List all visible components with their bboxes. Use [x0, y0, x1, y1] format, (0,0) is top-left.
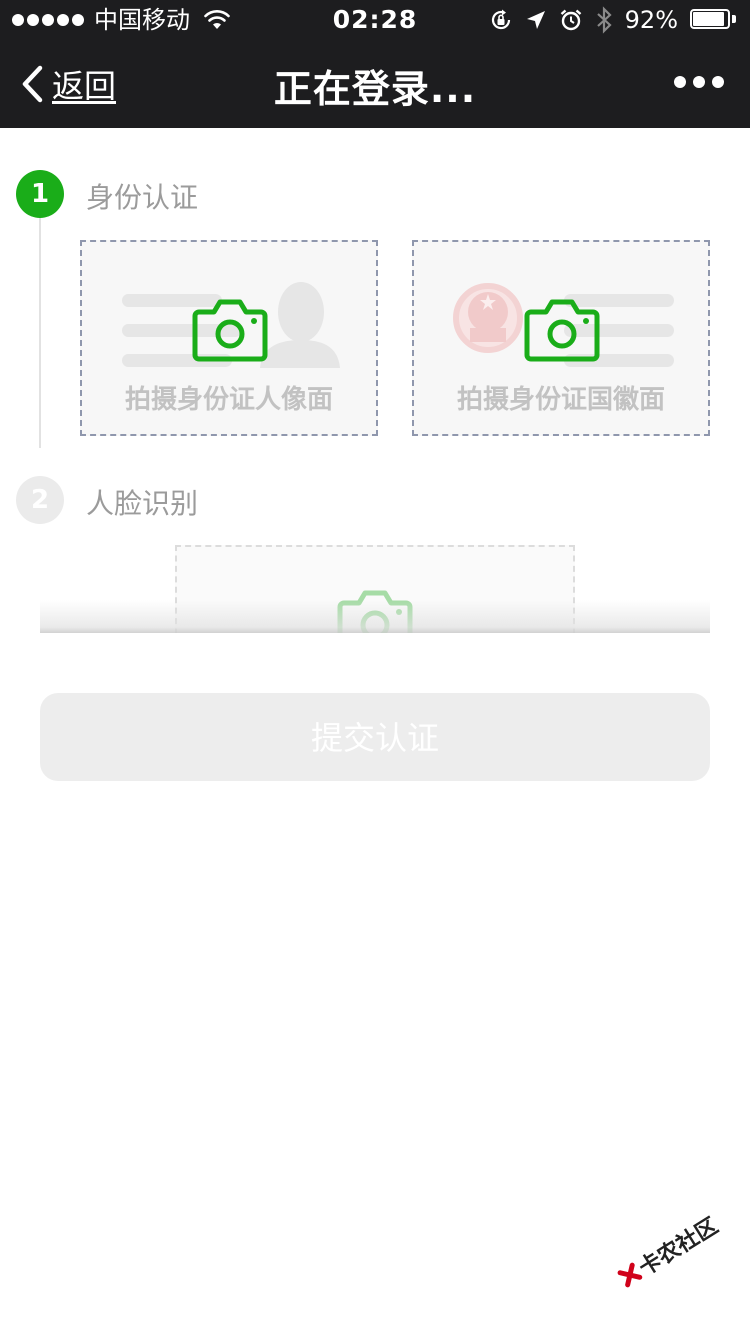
watermark-text: 卡农社区	[634, 1213, 723, 1282]
alarm-icon	[560, 9, 581, 31]
submit-verification-button[interactable]: 提交认证	[40, 693, 710, 781]
step-2-badge: 2	[16, 476, 64, 524]
scroll-fade-shadow	[40, 600, 710, 634]
step-1-label: 身份认证	[86, 181, 199, 214]
bluetooth-icon	[596, 6, 612, 34]
more-dots-icon[interactable]	[674, 76, 724, 88]
camera-icon	[524, 299, 600, 362]
id-back-caption: 拍摄身份证国徽面	[456, 385, 665, 415]
camera-icon	[192, 299, 268, 362]
battery-icon	[690, 9, 736, 31]
top-bar: 中国移动 02:28 92% 返回 正在登录...	[0, 0, 750, 128]
status-right: 92%	[489, 0, 736, 40]
step-connector-line	[39, 218, 41, 448]
battery-percent: 92%	[624, 6, 678, 34]
navigation-bar: 返回 正在登录...	[0, 40, 750, 128]
id-card-back-upload[interactable]: 拍摄身份证国徽面	[412, 240, 710, 436]
id-card-front-upload[interactable]: 拍摄身份证人像面	[80, 240, 378, 436]
status-bar: 中国移动 02:28 92%	[0, 0, 750, 40]
watermark-logo: 卡农社区	[603, 1192, 733, 1310]
step-2-label: 人脸识别	[86, 487, 199, 520]
step-1-badge: 1	[16, 170, 64, 218]
location-arrow-icon	[526, 11, 545, 29]
content-mask	[0, 633, 750, 693]
orientation-lock-icon	[491, 9, 510, 30]
page-title: 正在登录...	[273, 67, 477, 111]
id-front-caption: 拍摄身份证人像面	[124, 385, 333, 415]
